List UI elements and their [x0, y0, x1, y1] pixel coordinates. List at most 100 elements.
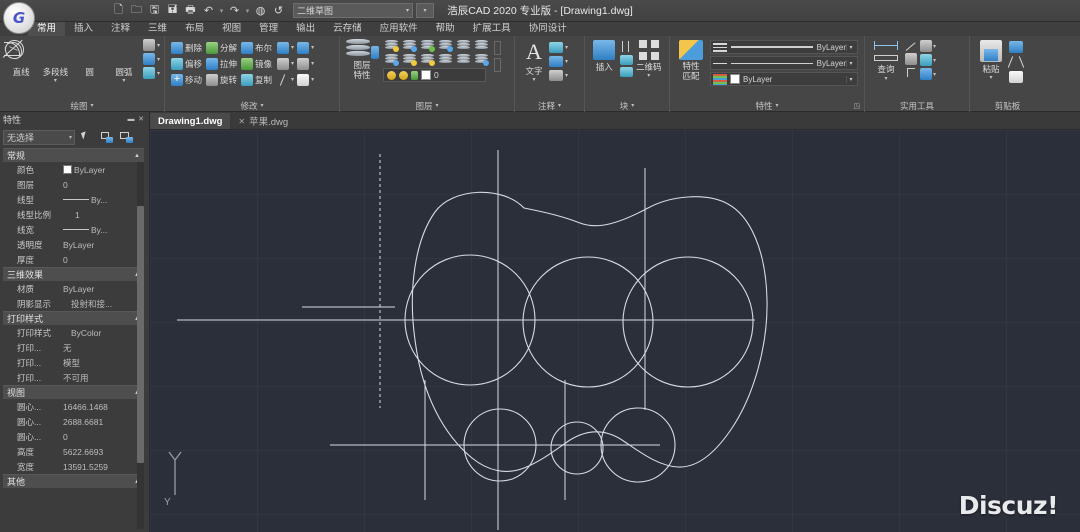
chevron-down-icon[interactable]: ▾: [532, 77, 535, 83]
save-as-icon[interactable]: 🖬: [164, 2, 181, 19]
chevron-down-icon[interactable]: ▾: [157, 56, 160, 63]
ribbon-tab-view[interactable]: 视图: [213, 22, 250, 36]
explode-button[interactable]: 分解: [204, 40, 239, 55]
property-row-plotspace[interactable]: 打印... 模型: [3, 355, 144, 370]
trim-icon[interactable]: [277, 73, 289, 86]
dimension-icon[interactable]: [549, 56, 563, 67]
arc-button[interactable]: 圆弧 ▾: [107, 39, 141, 84]
panel-title-properties[interactable]: 特性 ▾ ◳: [670, 100, 864, 112]
layer-freeze-sun-icon[interactable]: [399, 70, 408, 80]
property-row-linetype[interactable]: 线型 By...: [3, 192, 144, 207]
chevron-down-icon[interactable]: ▾: [291, 60, 294, 67]
refresh-icon[interactable]: ↺: [270, 2, 287, 19]
chevron-down-icon[interactable]: ▾: [846, 59, 855, 67]
offset-button[interactable]: 偏移: [169, 56, 204, 71]
scale-icon[interactable]: [297, 41, 310, 54]
match-properties-icon[interactable]: [679, 40, 703, 60]
ribbon-tab-help[interactable]: 帮助: [427, 22, 464, 36]
property-row-layer[interactable]: 图层 0: [3, 177, 144, 192]
hatch-icon[interactable]: [143, 39, 155, 51]
select-similar-icon[interactable]: [119, 130, 135, 145]
polyline-button[interactable]: 多段线 ▾: [38, 39, 72, 84]
area-measure-icon[interactable]: [905, 53, 917, 65]
ribbon-tab-express[interactable]: 扩展工具: [464, 22, 520, 36]
document-tab-apple[interactable]: ✕ 苹果.dwg: [230, 113, 296, 129]
property-group-other[interactable]: 其他 ▲: [3, 474, 144, 488]
property-row-thickness[interactable]: 厚度 0: [3, 252, 144, 267]
distance-measure-icon[interactable]: [874, 40, 898, 50]
chevron-down-icon[interactable]: ▾: [311, 44, 314, 51]
attribute-define-icon[interactable]: [620, 41, 633, 53]
chevron-down-icon[interactable]: ▾: [846, 43, 855, 51]
property-row-material[interactable]: 材质 ByLayer: [3, 281, 144, 296]
chevron-down-icon[interactable]: ▾: [311, 76, 314, 83]
ribbon-tab-collaborate[interactable]: 协同设计: [520, 22, 576, 36]
property-row-plottable[interactable]: 打印... 无: [3, 340, 144, 355]
layer-lock-small-icon[interactable]: [411, 70, 418, 80]
angle-measure-icon[interactable]: [905, 40, 918, 51]
drawing-canvas[interactable]: Y Discuz!: [150, 130, 1080, 532]
property-row-plottable2[interactable]: 打印... 不可用: [3, 370, 144, 385]
property-group-view[interactable]: 视图 ▲: [3, 385, 144, 399]
layer-walk-icon[interactable]: [457, 54, 470, 65]
minimize-icon[interactable]: ▬: [126, 116, 136, 123]
property-row-lineweight[interactable]: 线宽 By...: [3, 222, 144, 237]
pick-icon[interactable]: [79, 130, 95, 145]
property-row-color[interactable]: 颜色 ByLayer: [3, 162, 144, 177]
ribbon-tab-insert[interactable]: 插入: [65, 22, 102, 36]
new-icon[interactable]: 🗋: [110, 2, 127, 19]
ribbon-tab-output[interactable]: 输出: [287, 22, 324, 36]
document-tab-drawing1[interactable]: Drawing1.dwg: [150, 113, 231, 129]
quick-access-more-button[interactable]: ▾: [416, 3, 434, 18]
open-icon[interactable]: 🗀: [128, 2, 145, 19]
close-icon[interactable]: ✕: [238, 117, 245, 126]
ribbon-tab-layout[interactable]: 布局: [176, 22, 213, 36]
properties-scrollbar[interactable]: [137, 162, 144, 529]
property-row-centery[interactable]: 圆心... 2688.6681: [3, 414, 144, 429]
redo-dropdown-icon[interactable]: ▾: [244, 2, 251, 19]
chevron-down-icon[interactable]: ▾: [565, 72, 568, 79]
layer-lock-icon[interactable]: [403, 54, 417, 66]
mirror-button[interactable]: 镜像: [239, 56, 274, 71]
array-icon[interactable]: [277, 41, 290, 54]
chevron-down-icon[interactable]: ▾: [884, 75, 887, 82]
property-lineweight-select[interactable]: ByLayer ▾: [710, 72, 858, 86]
property-row-centerx[interactable]: 圆心... 16466.1468: [3, 399, 144, 414]
panel-title-block[interactable]: 块 ▾: [585, 100, 669, 112]
circle-button[interactable]: 圆: [73, 39, 107, 78]
property-row-shadow[interactable]: 阴影显示 投射和接...: [3, 296, 144, 311]
ribbon-tab-cloud[interactable]: 云存储: [324, 22, 371, 36]
qrcode-button[interactable]: 二维码 ▾: [633, 40, 665, 79]
ribbon-tab-apps[interactable]: 应用软件: [371, 22, 427, 36]
chevron-down-icon[interactable]: ▾: [157, 42, 160, 49]
properties-dialog-launcher-icon[interactable]: ◳: [853, 101, 860, 112]
ribbon-tab-annotate[interactable]: 注释: [102, 22, 139, 36]
panel-title-draw[interactable]: 绘图 ▾: [0, 100, 164, 112]
property-row-plotstyle[interactable]: 打印样式 ByColor: [3, 325, 144, 340]
chevron-down-icon[interactable]: ▾: [989, 75, 992, 81]
measure-scale-icon[interactable]: [874, 52, 898, 62]
chevron-down-icon[interactable]: ▾: [54, 78, 57, 84]
redo-icon[interactable]: ↷: [226, 2, 243, 19]
panel-title-layers[interactable]: 图层 ▾: [340, 100, 514, 112]
rotate-button[interactable]: 旋转: [204, 72, 239, 87]
property-color-select[interactable]: ByLayer ▾: [710, 40, 858, 54]
chevron-down-icon[interactable]: ▾: [933, 43, 936, 50]
ungroup-icon[interactable]: [920, 54, 932, 66]
copy-clip-icon[interactable]: [1009, 41, 1023, 53]
layer-unlock-icon[interactable]: [421, 54, 435, 66]
layer-extra-icon-2[interactable]: [494, 58, 501, 72]
fillet-icon[interactable]: [277, 57, 290, 70]
scrollbar-thumb[interactable]: [137, 206, 144, 463]
chevron-down-icon[interactable]: ▾: [647, 73, 650, 79]
layer-freeze-icon[interactable]: [403, 40, 417, 52]
ribbon-tab-3d[interactable]: 三维: [139, 22, 176, 36]
block-write-icon[interactable]: [619, 67, 633, 77]
panel-title-modify[interactable]: 修改 ▾: [165, 100, 339, 112]
layer-state-icon[interactable]: [475, 54, 489, 66]
plot-icon[interactable]: 🖶: [182, 2, 199, 19]
layer-color-swatch[interactable]: [421, 70, 431, 80]
boolean-button[interactable]: 布尔: [239, 40, 274, 55]
property-row-width[interactable]: 宽度 13591.5259: [3, 459, 144, 474]
insert-block-button[interactable]: 插入: [589, 40, 620, 73]
